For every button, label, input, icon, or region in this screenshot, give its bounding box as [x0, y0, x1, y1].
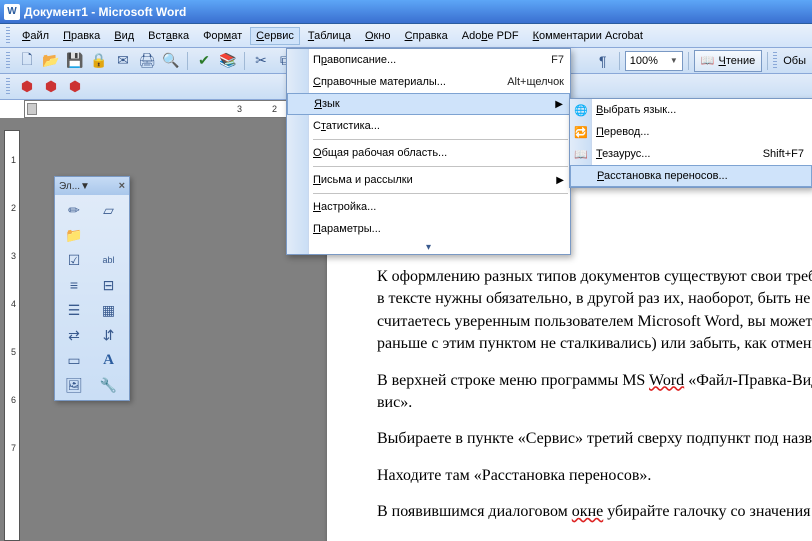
dropdown-arrow-icon[interactable]: ▼ — [670, 56, 678, 65]
save-icon[interactable]: 💾 — [64, 50, 86, 72]
scrollbar-icon[interactable]: ▭ — [59, 349, 89, 371]
image-icon[interactable]: 🖼 — [59, 374, 89, 396]
menu-format[interactable]: Формат — [197, 27, 248, 45]
toolbar-grip[interactable] — [6, 52, 10, 70]
menu-acrobat-comments[interactable]: Комментарии Acrobat — [527, 27, 649, 45]
separator — [619, 52, 620, 70]
permissions-icon[interactable]: 🔒 — [88, 50, 110, 72]
menu-item-spellcheck[interactable]: Правописание...F7 — [287, 49, 570, 71]
menu-window[interactable]: Окно — [359, 27, 397, 45]
submenu-item-translate[interactable]: 🔁 Перевод... — [570, 121, 812, 143]
label-icon[interactable]: A — [94, 349, 124, 371]
style-combo[interactable]: Обы — [783, 55, 806, 67]
titlebar: W Документ1 - Microsoft Word — [0, 0, 812, 24]
service-menu-dropdown: Правописание...F7 Справочные материалы..… — [286, 48, 571, 255]
close-icon[interactable]: × — [119, 180, 125, 192]
menubar: Файл Правка Вид Вставка Формат Сервис Та… — [0, 24, 812, 48]
separator — [187, 52, 188, 70]
pencil-icon[interactable]: ✏ — [59, 199, 89, 221]
submenu-item-set-language[interactable]: 🌐 Выбрать язык... — [570, 99, 812, 121]
submenu-arrow-icon: ▶ — [555, 99, 563, 110]
mail-icon[interactable]: ✉ — [112, 50, 134, 72]
zoom-combo[interactable]: 100% ▼ — [625, 51, 683, 71]
menu-item-workspace[interactable]: Общая рабочая область... — [287, 142, 570, 164]
menu-item-statistics[interactable]: Статистика... — [287, 115, 570, 137]
research-icon[interactable]: 📚 — [217, 50, 239, 72]
elements-toolbox[interactable]: Эл...▼ × ✏ ▱ 📁 ☑ abl ≡ ⊟ ☰ ▦ ⇄ ⇵ ▭ A 🖼 🔧 — [54, 176, 130, 401]
text-field-icon[interactable]: abl — [94, 249, 124, 271]
combo-icon[interactable]: ⊟ — [94, 274, 124, 296]
menu-separator — [313, 166, 568, 167]
menu-separator — [313, 139, 568, 140]
menu-item-options[interactable]: Параметры... — [287, 218, 570, 240]
more-controls-icon[interactable]: 🔧 — [94, 374, 124, 396]
language-submenu: 🌐 Выбрать язык... 🔁 Перевод... 📖 Тезауру… — [569, 98, 812, 188]
grid-icon[interactable]: ▦ — [94, 299, 124, 321]
reading-mode-button[interactable]: 📖 Чтение — [694, 50, 762, 72]
toggle-icon[interactable]: ⇄ — [59, 324, 89, 346]
window-title: Документ1 - Microsoft Word — [24, 5, 186, 19]
vertical-ruler[interactable]: 1 2 3 4 5 6 7 — [0, 118, 24, 541]
print-icon[interactable]: 🖨 — [136, 50, 158, 72]
blank-icon[interactable]: ▱ — [94, 199, 124, 221]
menu-service[interactable]: Сервис — [250, 27, 300, 45]
menu-item-language[interactable]: Язык▶ — [287, 93, 570, 115]
folder-icon[interactable]: 📁 — [59, 224, 89, 246]
menu-item-mail[interactable]: Письма и рассылки▶ — [287, 169, 570, 191]
menu-item-customize[interactable]: Настройка... — [287, 196, 570, 218]
menu-item-reference[interactable]: Справочные материалы...Alt+щелчок — [287, 71, 570, 93]
open-icon[interactable]: 📂 — [40, 50, 62, 72]
new-doc-icon[interactable]: 🗋 — [16, 50, 38, 72]
adobe-pdf-review-icon[interactable]: ⬢ — [64, 76, 86, 98]
separator — [767, 52, 768, 70]
zoom-value: 100% — [630, 55, 658, 67]
toolbox-title: Эл...▼ — [59, 181, 90, 192]
spellcheck-icon[interactable]: ✔ — [193, 50, 215, 72]
book-icon: 📖 — [701, 54, 715, 67]
adobe-pdf-mail-icon[interactable]: ⬢ — [40, 76, 62, 98]
submenu-item-hyphenation[interactable]: Расстановка переносов... — [570, 165, 812, 187]
blank-icon[interactable] — [94, 224, 124, 246]
print-preview-icon[interactable]: 🔍 — [160, 50, 182, 72]
menu-edit[interactable]: Правка — [57, 27, 106, 45]
separator — [244, 52, 245, 70]
checkbox-form-icon[interactable]: ☑ — [59, 249, 89, 271]
pilcrow-icon[interactable]: ¶ — [592, 50, 614, 72]
submenu-item-thesaurus[interactable]: 📖 Тезаурус...Shift+F7 — [570, 143, 812, 165]
menu-file[interactable]: Файл — [16, 27, 55, 45]
menubar-grip[interactable] — [6, 27, 10, 45]
translate-icon: 🔁 — [573, 124, 589, 140]
menu-view[interactable]: Вид — [108, 27, 140, 45]
cut-icon[interactable]: ✂ — [250, 50, 272, 72]
menu-help[interactable]: Справка — [399, 27, 454, 45]
adobe-pdf-icon[interactable]: ⬢ — [16, 76, 38, 98]
menu-separator — [313, 193, 568, 194]
submenu-arrow-icon: ▶ — [556, 175, 564, 186]
toolbox-titlebar[interactable]: Эл...▼ × — [55, 177, 129, 195]
list-icon[interactable]: ≡ — [59, 274, 89, 296]
tab-well-icon[interactable] — [27, 103, 37, 115]
globe-icon: 🌐 — [573, 102, 589, 118]
thesaurus-icon: 📖 — [573, 146, 589, 162]
toolbar-grip[interactable] — [773, 52, 777, 70]
menu-expand-icon[interactable]: ▾ — [287, 240, 570, 254]
spinner-icon[interactable]: ⇵ — [94, 324, 124, 346]
menu-table[interactable]: Таблица — [302, 27, 357, 45]
separator — [688, 52, 689, 70]
menu-insert[interactable]: Вставка — [142, 27, 195, 45]
menu-adobe-pdf[interactable]: Adobe PDF — [456, 27, 525, 45]
document-body[interactable]: К оформлению разных типов документов сущ… — [377, 266, 812, 524]
list-2-icon[interactable]: ☰ — [59, 299, 89, 321]
toolbar-grip[interactable] — [6, 78, 10, 96]
app-icon: W — [4, 4, 20, 20]
